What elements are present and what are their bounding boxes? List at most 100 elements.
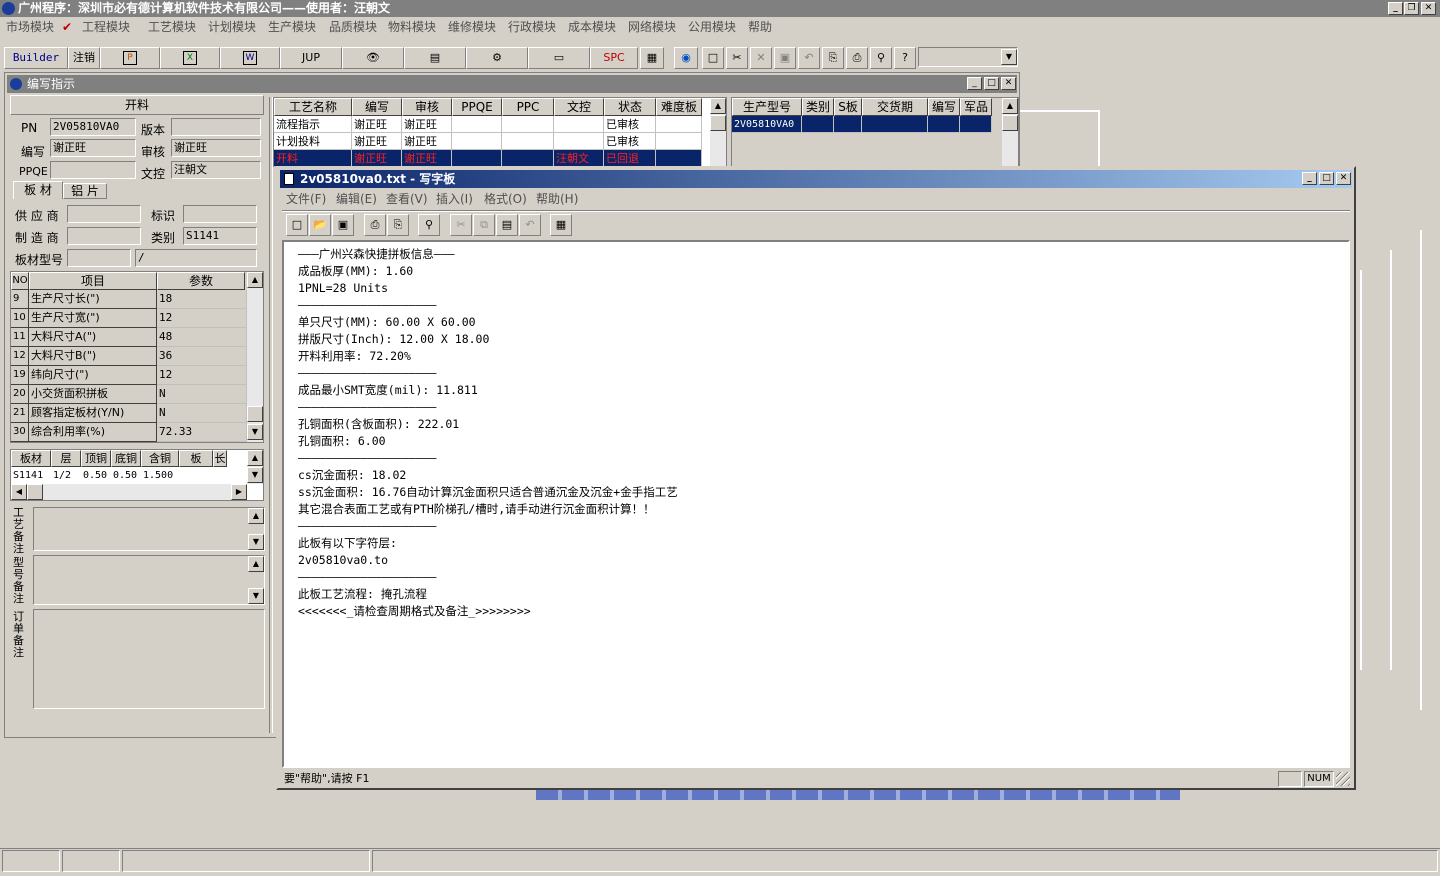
tab-board-material[interactable]: 板 材 [13,181,63,199]
print-preview-icon[interactable]: ⎘ [387,214,409,236]
scroll-up-icon[interactable]: ▲ [248,556,264,572]
param-row-value[interactable]: N [157,404,247,423]
param-row-item[interactable]: 生产尺寸长(") [29,290,157,309]
wordpad-close-button[interactable]: ✕ [1336,172,1351,185]
menu-plan[interactable]: 计划模块 [208,17,256,37]
process-row-selected-cell[interactable]: 谢正旺 [352,150,402,167]
process-row-cell[interactable]: 谢正旺 [352,133,402,150]
jup-button[interactable]: JUP [280,47,342,69]
scroll-up-icon[interactable]: ▲ [1002,98,1018,114]
craft-note-field[interactable]: ▲ ▼ [33,507,265,551]
scroll-up-icon[interactable]: ▲ [247,272,263,288]
process-header[interactable]: 编写 [352,98,402,116]
params-scrollbar[interactable]: ▲ ▼ [247,272,263,442]
param-row-value[interactable]: N [157,385,247,404]
params-header-value[interactable]: 参数 [157,272,245,290]
process-row-selected-cell[interactable]: 汪朝文 [554,150,604,167]
scroll-up-icon[interactable]: ▲ [247,450,263,466]
help-icon[interactable]: ? [894,47,916,69]
process-header[interactable]: PPQE [452,98,502,116]
scroll-thumb[interactable] [1002,115,1018,131]
material-cell[interactable]: 0.50 [111,467,141,484]
menu-help[interactable]: 帮助 [748,17,772,37]
open-folder-icon[interactable]: 📂 [309,214,331,236]
menu-network[interactable]: 网络模块 [628,17,676,37]
process-row-cell[interactable]: 谢正旺 [402,116,452,133]
menu-material[interactable]: 物料模块 [388,17,436,37]
save-icon[interactable]: ▣ [332,214,354,236]
params-header-no[interactable]: NO [11,272,29,290]
menu-cost[interactable]: 成本模块 [568,17,616,37]
material-header[interactable]: 顶铜 [81,450,111,467]
calendar-icon[interactable]: ▦ [640,47,664,69]
material-scrollbar[interactable]: ▲ ▼ [247,450,263,484]
param-row-value[interactable]: 48 [157,328,247,347]
restore-button[interactable]: ❐ [1404,2,1419,15]
editor-maximize-button[interactable]: □ [984,77,999,90]
order-header[interactable]: 类别 [802,98,834,116]
datetime-icon[interactable]: ▦ [550,214,572,236]
menu-craft[interactable]: 工艺模块 [148,17,196,37]
material-cell[interactable]: S1141 [11,467,51,484]
excel-icon[interactable]: X [160,47,220,69]
order-header[interactable]: S板 [834,98,862,116]
process-row-cell[interactable] [656,133,702,150]
menu-file[interactable]: 文件(F) [286,190,326,208]
process-row-cell[interactable]: 计划投料 [274,133,352,150]
ppqe-field[interactable] [50,161,136,179]
process-row-cell[interactable] [656,116,702,133]
writer-field[interactable]: 谢正旺 [50,139,136,157]
process-row-cell[interactable]: 谢正旺 [402,133,452,150]
order-header[interactable]: 编写 [928,98,960,116]
close-button[interactable]: ✕ [1421,2,1436,15]
computer-icon[interactable]: ▭ [528,47,590,69]
maker-field[interactable] [67,227,141,245]
process-row-selected-cell[interactable]: 谢正旺 [402,150,452,167]
scroll-down-icon[interactable]: ▼ [248,588,264,604]
material-cell[interactable]: 0.50 [81,467,111,484]
menu-edit[interactable]: 编辑(E) [336,190,377,208]
material-cell[interactable]: 1.500 [141,467,179,484]
process-row-selected-cell[interactable] [656,150,702,167]
process-row-cell[interactable]: 流程指示 [274,116,352,133]
print-icon[interactable]: ⎙ [364,214,386,236]
doc-control-field[interactable]: 汪朝文 [171,161,261,179]
menu-market[interactable]: 市场模块 [6,17,54,37]
order-header[interactable]: 生产型号 [732,98,802,116]
editor-minimize-button[interactable]: _ [967,77,982,90]
process-scrollbar[interactable]: ▲ [710,98,726,166]
order-row-cell[interactable] [834,116,862,133]
logout-button[interactable]: 注销 [68,47,100,69]
order-row-cell[interactable] [862,116,928,133]
word-icon[interactable]: W [220,47,280,69]
wordpad-document[interactable]: ———广州兴森快捷拼板信息——— 成品板厚(MM): 1.60 1PNL=28 Un… [282,240,1350,768]
scroll-left-icon[interactable]: ◀ [11,484,27,500]
delete-icon[interactable]: ✕ [750,47,772,69]
param-row-item[interactable]: 纬向尺寸(") [29,366,157,385]
process-row-cell[interactable] [554,116,604,133]
scroll-thumb[interactable] [247,406,263,422]
scroll-down-icon[interactable]: ▼ [248,534,264,550]
preview-icon[interactable]: ⎘ [822,47,844,69]
menu-format[interactable]: 格式(O) [484,190,527,208]
order-header[interactable]: 军品 [960,98,992,116]
param-row-item[interactable]: 小交货面积拼板 [29,385,157,404]
process-row-cell[interactable]: 已审核 [604,116,656,133]
scroll-down-icon[interactable]: ▼ [247,467,263,483]
menu-maintenance[interactable]: 维修模块 [448,17,496,37]
scroll-up-icon[interactable]: ▲ [710,98,726,114]
supplier-field[interactable] [67,205,141,223]
material-hscrollbar[interactable]: ◀ ▶ [11,484,247,500]
model-note-field[interactable]: ▲ ▼ [33,555,265,605]
material-header[interactable]: 含铜mm [141,450,179,467]
wordpad-minimize-button[interactable]: _ [1302,172,1317,185]
order-row-cell[interactable] [802,116,834,133]
paste-icon[interactable]: ▤ [496,214,518,236]
scroll-right-icon[interactable]: ▶ [231,484,247,500]
process-row-cell[interactable]: 谢正旺 [352,116,402,133]
param-row-value[interactable]: 12 [157,309,247,328]
spc-button[interactable]: SPC [590,47,638,69]
review-field[interactable]: 谢正旺 [171,139,261,157]
find-icon[interactable]: ⚲ [870,47,892,69]
process-row-selected-cell[interactable] [452,150,502,167]
